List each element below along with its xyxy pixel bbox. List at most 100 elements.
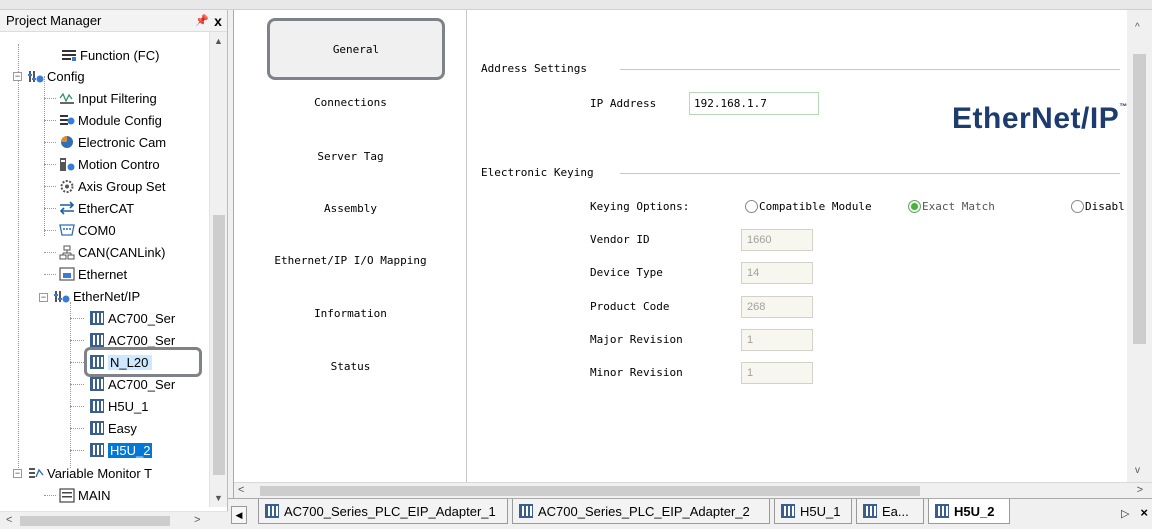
pin-icon[interactable]: 📌 [195,14,209,27]
minor-revision-field: 1 [741,362,813,384]
tree-item-label: Ethernet [78,266,128,282]
tree-item-ethercat[interactable]: EtherCAT [58,197,134,219]
tree-item-function-fc[interactable]: Function (FC) [60,44,159,66]
radio-circle[interactable] [1071,200,1084,213]
editor-horizontal-scrollbar[interactable]: < > [234,482,1152,498]
major-revision-field: 1 [741,329,813,351]
tab-scroll-right-icon[interactable]: ▷ [1121,507,1129,520]
major-revision-label: Major Revision [590,333,683,346]
tree-item-main[interactable]: MAIN [58,484,111,506]
tree-item-motion-control[interactable]: Motion Contro [58,153,160,175]
scroll-thumb[interactable] [260,486,920,496]
tree-vertical-scrollbar[interactable]: ▲ ▼ [209,32,227,507]
radio-exact-match[interactable]: Exact Match [908,200,995,213]
tree-item-label: Easy [108,420,137,436]
tree-item-ethernet[interactable]: Ethernet [58,263,127,285]
tree-item-label: Axis Group Set [78,178,166,194]
tab-h5u-2[interactable]: H5U_2 [928,499,1010,524]
tree-item-label: Module Config [78,112,162,128]
device-icon [88,377,105,392]
tree-horizontal-scrollbar[interactable]: < > [0,511,228,529]
filter-icon [58,91,75,106]
tree-item-can[interactable]: CAN(CANLink) [58,241,165,263]
scroll-thumb[interactable] [20,516,170,526]
tab-ac700-adapter-2[interactable]: AC700_Series_PLC_EIP_Adapter_2 [512,499,770,524]
tree-item-com0[interactable]: COM0 [58,219,116,241]
tree-item-label: Config [47,68,85,84]
scroll-up-icon[interactable]: ▲ [214,36,223,46]
motion-icon [58,157,75,172]
tab-label: H5U_1 [800,503,841,519]
tab-label: AC700_Series_PLC_EIP_Adapter_1 [284,503,496,519]
tree-item-variable-monitor[interactable]: Variable Monitor T [27,462,152,484]
tree-line [70,450,84,451]
tree-item-ethernet-ip[interactable]: EtherNet/IP [53,285,140,307]
tree-item-device[interactable]: AC700_Ser [88,373,175,395]
ip-address-input[interactable]: 192.168.1.7 [689,92,819,115]
radio-disable[interactable]: Disabl [1071,200,1125,213]
collapse-toggle[interactable]: − [13,72,22,81]
tree-item-device-active[interactable]: H5U_2 [88,439,153,461]
nav-server-tag[interactable]: Server Tag [234,130,467,182]
scroll-down-icon[interactable]: ▼ [214,493,223,503]
nav-connections[interactable]: Connections [234,76,467,128]
tree-item-label: H5U_1 [108,398,149,414]
tab-label: H5U_2 [954,503,995,519]
tab-easy[interactable]: Ea... [856,499,924,524]
scroll-down-icon[interactable]: v [1135,465,1140,476]
device-icon [935,504,949,518]
cam-icon [58,135,75,150]
tab-h5u-1[interactable]: H5U_1 [774,499,852,524]
nav-ethernet-ip-io-mapping[interactable]: Ethernet/IP I/O Mapping [234,234,467,286]
tree-item-device[interactable]: Easy [88,417,137,439]
project-tree: Function (FC) − Config Input Filtering M… [0,44,210,514]
scroll-right-icon[interactable]: > [1137,484,1143,496]
tree-item-input-filtering[interactable]: Input Filtering [58,87,157,109]
tree-item-label: COM0 [78,222,116,238]
radio-circle[interactable] [908,200,921,213]
tree-line [70,302,71,468]
scroll-left-icon[interactable]: < [6,514,12,526]
tree-line [44,495,56,496]
tree-item-device[interactable]: H5U_1 [88,395,148,417]
collapse-toggle[interactable]: − [13,469,22,478]
function-icon [60,48,77,63]
tree-line [70,384,84,385]
tree-item-label: CAN(CANLink) [78,244,166,260]
tree-item-device[interactable]: AC700_Ser [88,307,175,329]
ethernet-ip-icon [53,289,70,304]
tab-scroll-left-icon[interactable]: ◀ [231,506,247,524]
editor-vertical-scrollbar[interactable]: ^ v [1127,10,1152,482]
tree-line [70,362,84,363]
tree-line [70,406,84,407]
device-icon [88,333,105,348]
logo-text: EtherNet/IP [952,102,1120,135]
nav-status[interactable]: Status [234,340,467,392]
radio-circle[interactable] [745,200,758,213]
nav-information[interactable]: Information [234,287,467,339]
collapse-toggle[interactable]: − [39,293,48,302]
nav-general[interactable]: General [267,18,445,80]
tree-line [44,186,56,187]
close-tab-icon[interactable]: × [1140,505,1148,520]
scroll-right-icon[interactable]: > [194,514,200,526]
nav-assembly[interactable]: Assembly [234,182,467,234]
tree-item-module-config[interactable]: Module Config [58,109,162,131]
tab-label: Ea... [882,503,909,519]
tree-line [44,120,56,121]
radio-compatible-module[interactable]: Compatible Module [745,200,872,213]
ethercat-icon [58,201,75,216]
tree-item-axis-group[interactable]: Axis Group Set [58,175,165,197]
tree-item-electronic-cam[interactable]: Electronic Cam [58,131,166,153]
tree-line [18,44,19,474]
scroll-up-icon[interactable]: ^ [1135,22,1140,33]
tree-item-label: Input Filtering [78,90,157,106]
tree-item-config[interactable]: Config [27,65,85,87]
tab-ac700-adapter-1[interactable]: AC700_Series_PLC_EIP_Adapter_1 [258,499,508,524]
product-code-field: 268 [741,296,813,318]
device-icon [88,399,105,414]
scroll-left-icon[interactable]: < [238,484,244,496]
scroll-thumb[interactable] [213,215,225,475]
close-panel-button[interactable]: x [209,13,227,29]
scroll-thumb[interactable] [1133,54,1146,344]
